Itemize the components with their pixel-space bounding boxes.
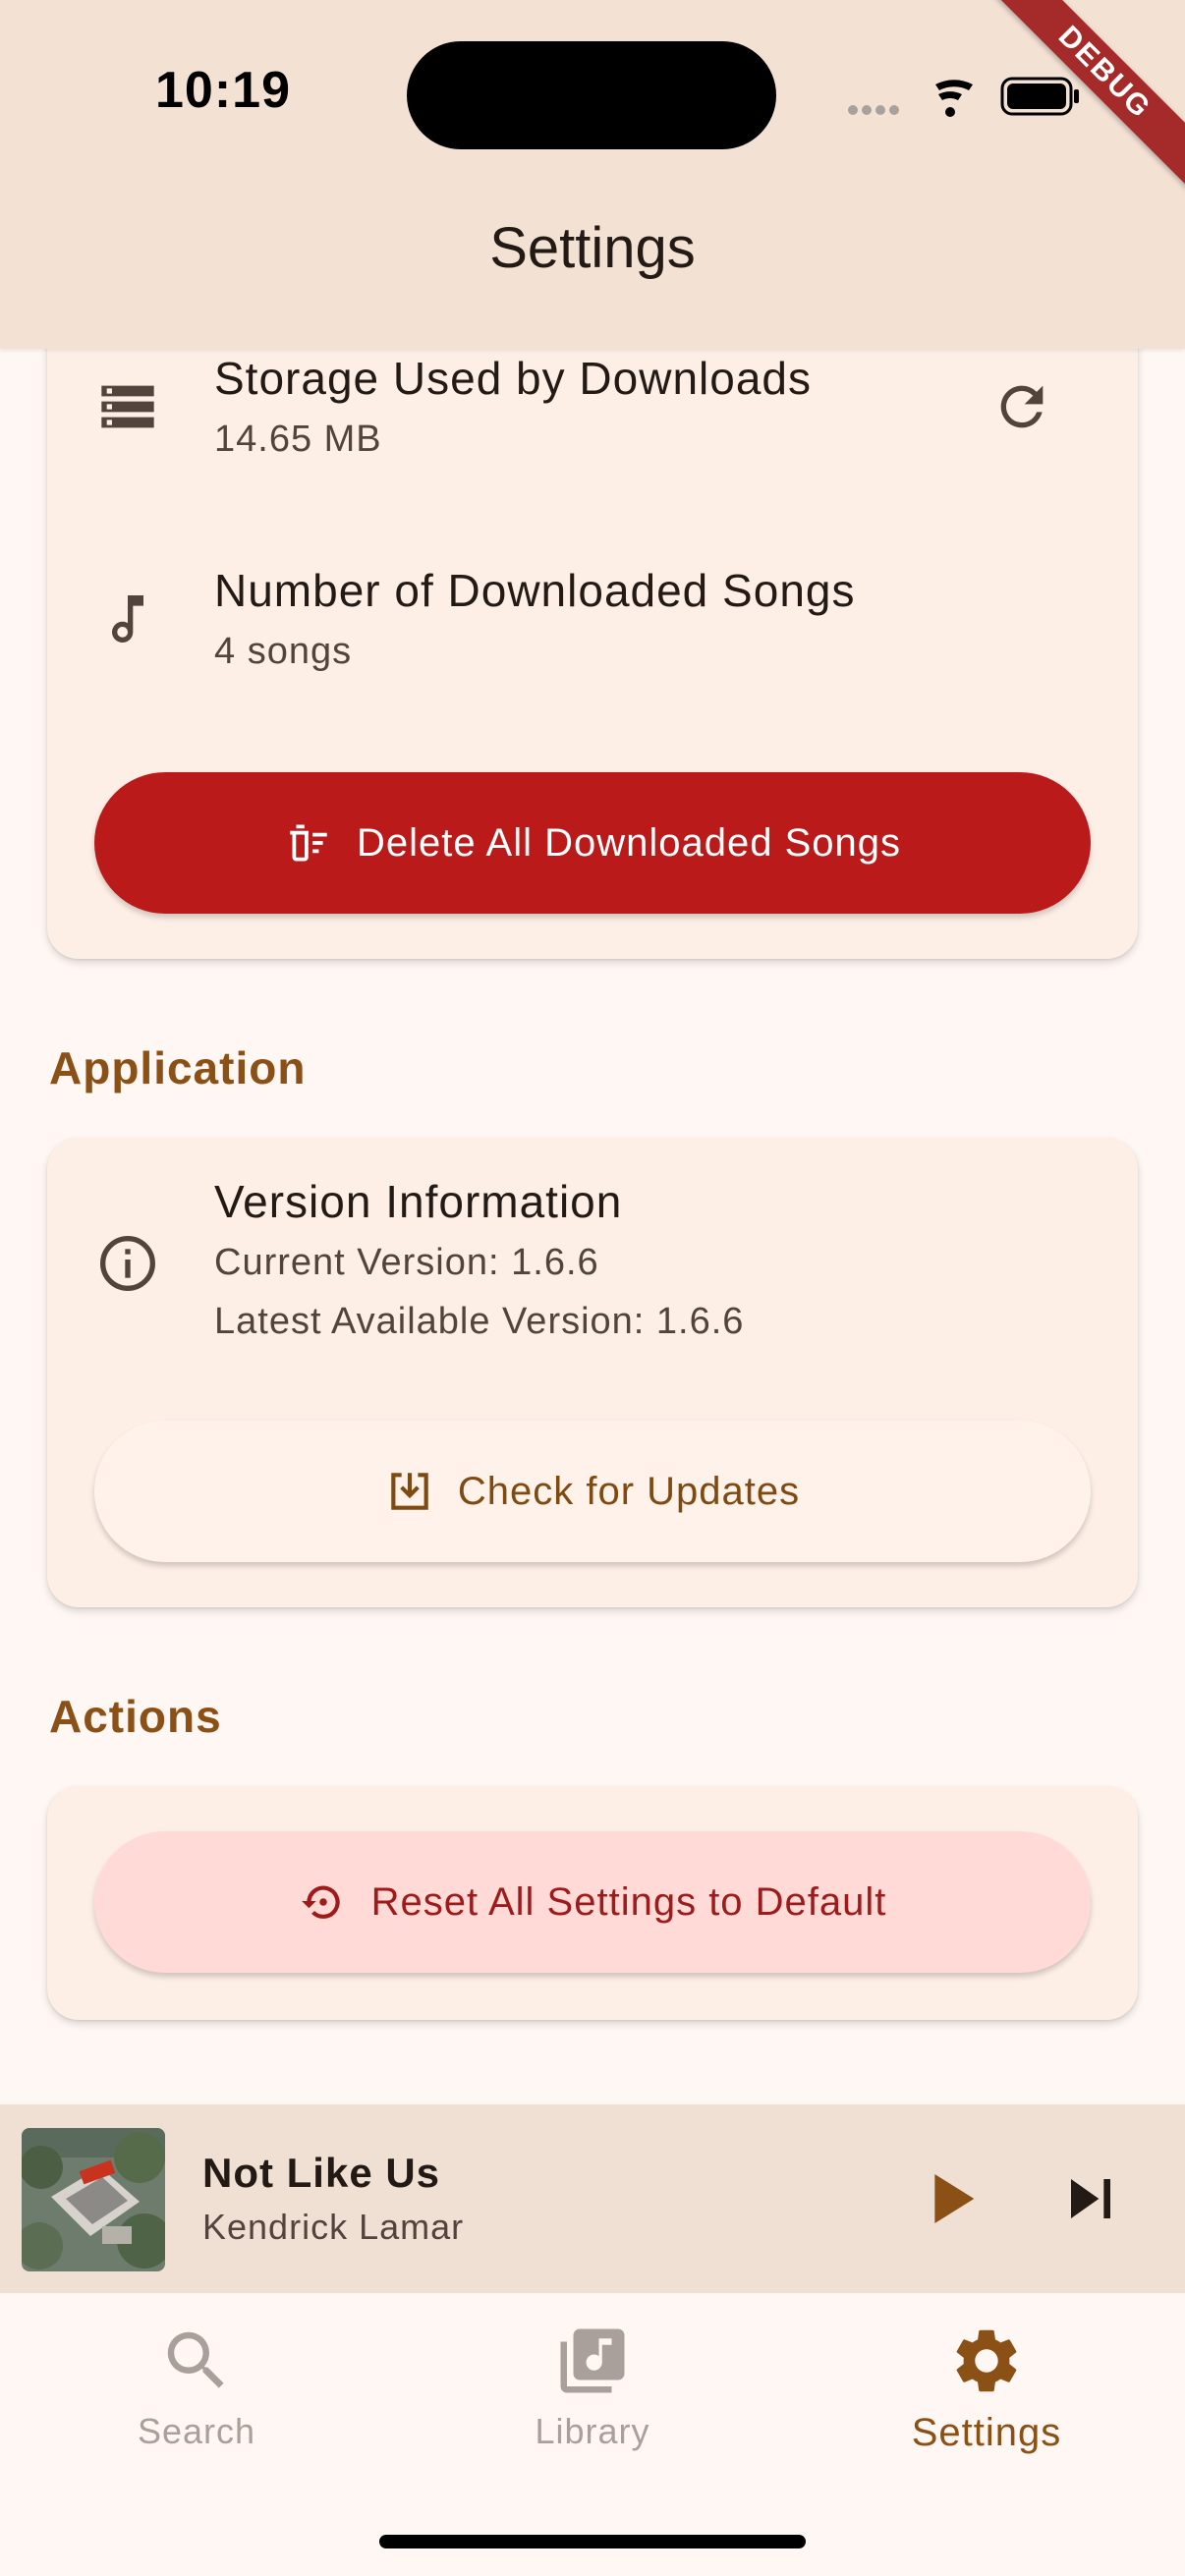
reset-settings-label: Reset All Settings to Default [370,1879,887,1924]
nav-label-search: Search [137,2411,256,2451]
nav-label-settings: Settings [911,2411,1062,2454]
system-update-icon [391,1473,428,1510]
restore-icon [301,1885,340,1919]
delete-sweep-icon [290,824,327,862]
music-note-icon [112,595,143,644]
actions-section-header: Actions [49,1691,222,1742]
storage-used-label: Storage Used by Downloads [214,353,812,404]
nav-item-settings[interactable]: Settings [839,2323,1134,2519]
status-bar: 10:19 DEBUG [0,0,1185,196]
delete-all-downloads-button[interactable]: Delete All Downloaded Songs [94,772,1091,914]
refresh-icon[interactable] [990,375,1053,438]
reset-settings-button[interactable]: Reset All Settings to Default [94,1831,1091,1973]
status-time: 10:19 [155,62,291,119]
nav-item-search[interactable]: Search [49,2323,344,2519]
latest-version-text: Latest Available Version: 1.6.6 [214,1301,745,1342]
storage-used-value: 14.65 MB [214,419,382,460]
bottom-navigation: Search Library Settings [0,2293,1185,2576]
actions-card: Reset All Settings to Default [47,1786,1138,2020]
downloaded-songs-row: Number of Downloaded Songs 4 songs [47,556,1138,703]
current-version-text: Current Version: 1.6.6 [214,1242,599,1283]
storage-used-row: Storage Used by Downloads 14.65 MB [47,344,1138,491]
check-for-updates-button[interactable]: Check for Updates [94,1421,1091,1562]
song-artist: Kendrick Lamar [202,2207,465,2247]
debug-banner: DEBUG [969,0,1185,216]
app-bar: Settings [0,196,1185,349]
application-card: Version Information Current Version: 1.6… [47,1138,1138,1607]
gear-icon [956,2329,1017,2392]
debug-label: DEBUG [985,0,1185,193]
wifi-icon [935,80,973,117]
storage-icon [101,385,154,428]
cellular-signal-icon [848,105,899,115]
home-indicator[interactable] [379,2535,806,2548]
search-icon [167,2331,224,2388]
delete-all-downloads-label: Delete All Downloaded Songs [356,820,901,865]
page-title: Settings [489,216,696,280]
skip-next-icon[interactable] [1051,2159,1130,2238]
version-info-row: Version Information Current Version: 1.6… [47,1173,1138,1370]
album-art[interactable] [22,2128,165,2271]
downloads-card: Storage Used by Downloads 14.65 MB Numbe… [47,295,1138,959]
version-info-label: Version Information [214,1176,623,1227]
nav-item-library[interactable]: Library [445,2323,740,2519]
song-title: Not Like Us [202,2150,441,2196]
mini-player[interactable]: Not Like Us Kendrick Lamar [0,2104,1185,2293]
dynamic-island [407,41,776,149]
downloaded-songs-label: Number of Downloaded Songs [214,565,856,616]
nav-label-library: Library [535,2411,650,2451]
library-music-icon [560,2328,625,2393]
play-icon[interactable] [912,2159,990,2238]
info-icon [100,1236,155,1291]
downloaded-songs-value: 4 songs [214,631,353,672]
application-section-header: Application [49,1042,307,1093]
check-for-updates-label: Check for Updates [457,1469,801,1513]
